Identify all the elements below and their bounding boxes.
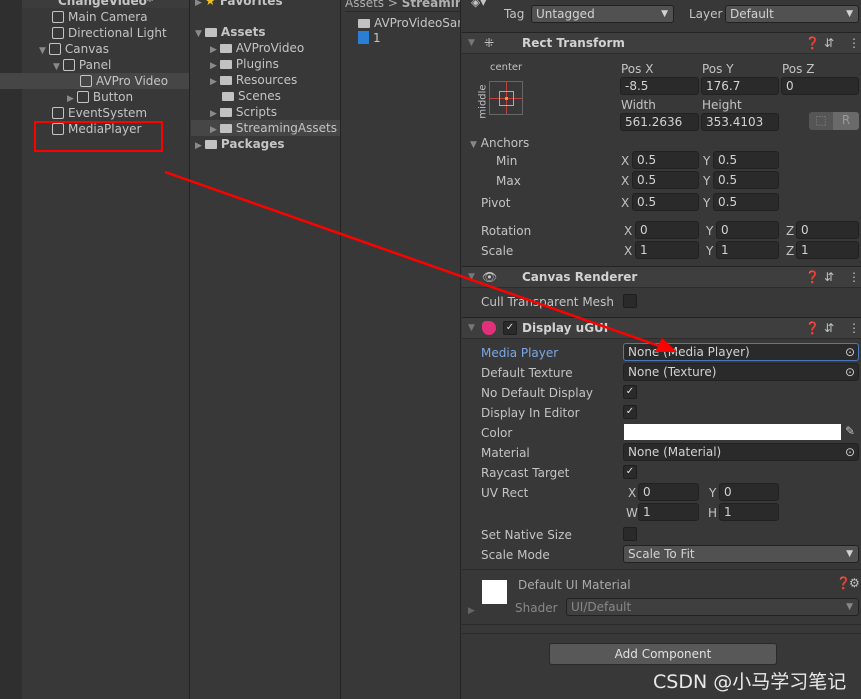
annotation-arrow <box>164 170 677 352</box>
arrow-line <box>164 170 666 350</box>
